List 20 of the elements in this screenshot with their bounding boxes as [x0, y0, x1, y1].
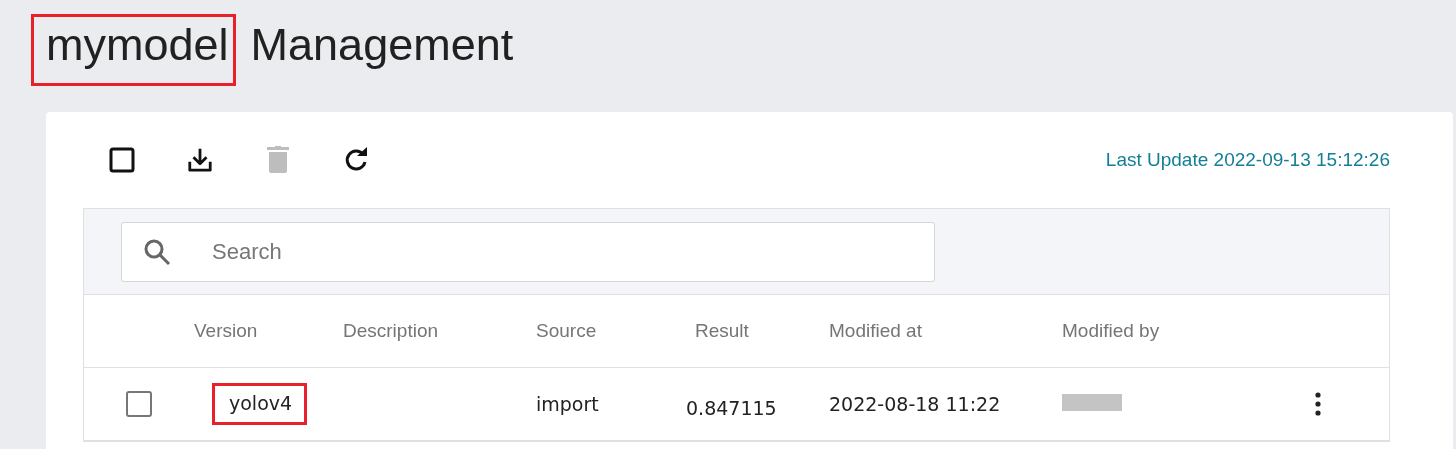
column-header: Source — [536, 320, 598, 342]
more-icon — [1315, 392, 1321, 416]
result-cell: 0.847115 — [686, 397, 777, 419]
refresh-icon — [343, 147, 369, 173]
last-update-text: Last Update 2022-09-13 15:12:26 — [1105, 149, 1390, 171]
column-header: Description — [343, 320, 440, 342]
title-word: Management — [249, 18, 515, 72]
column-header: Version — [194, 320, 259, 342]
highlighted-title-word: mymodel — [31, 14, 236, 86]
row-checkbox[interactable] — [126, 391, 152, 417]
more-menu-button[interactable] — [1313, 390, 1323, 418]
modified-at-cell-text: 2022-08-18 11:22 — [829, 393, 1002, 415]
trash-icon — [267, 146, 289, 174]
download-icon — [187, 146, 213, 174]
column-header: Modified at — [829, 320, 923, 342]
column-header: Modified by — [1062, 320, 1161, 342]
version-cell: yolov4 — [212, 383, 308, 425]
column-header: Result — [695, 320, 750, 342]
search-field[interactable]: Search — [121, 221, 935, 282]
checkbox-icon — [109, 147, 135, 173]
